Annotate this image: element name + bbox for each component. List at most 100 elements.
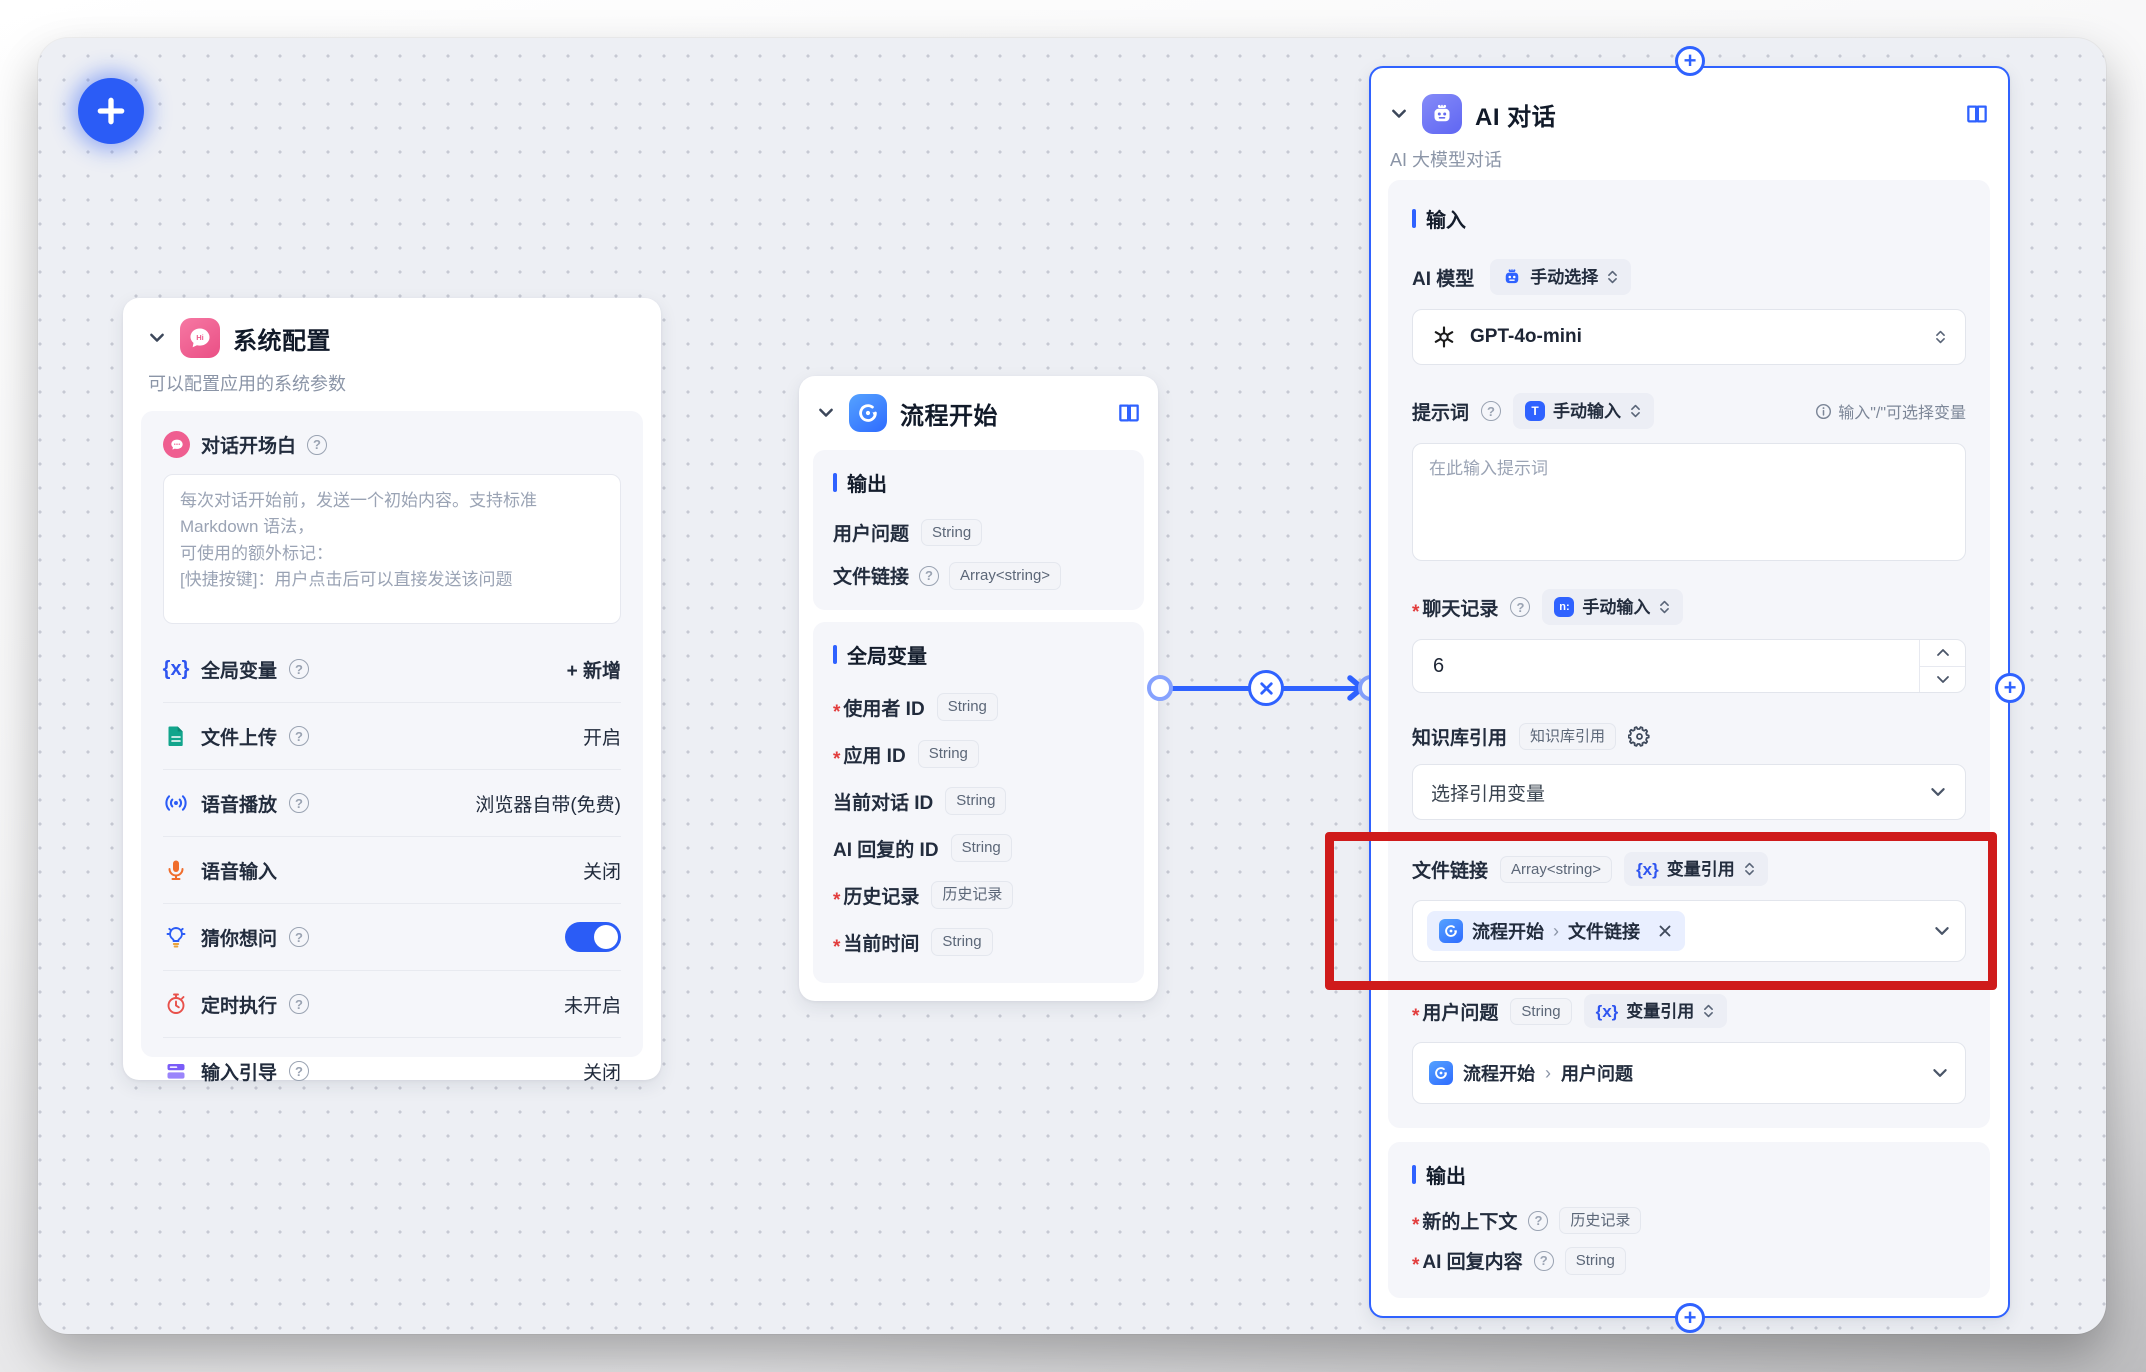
help-icon[interactable] <box>289 726 309 746</box>
setting-row-global-variables[interactable]: {x} 全局变量 + 新增 <box>163 636 621 702</box>
node-subtitle: 可以配置应用的系统参数 <box>148 370 346 396</box>
history-count-stepper[interactable] <box>1412 639 1966 693</box>
connect-handle-bottom[interactable]: + <box>1675 1303 1705 1333</box>
kb-reference-select[interactable]: 选择引用变量 <box>1412 764 1966 820</box>
history-label: 聊天记录 <box>1412 594 1498 621</box>
var-label: 应用 ID <box>833 741 906 768</box>
timer-icon <box>163 991 189 1017</box>
help-icon[interactable] <box>289 1061 309 1081</box>
remove-reference-icon[interactable] <box>1657 923 1673 939</box>
model-row: AI 模型 手动选择 <box>1412 259 1966 295</box>
connect-handle-top[interactable]: + <box>1675 46 1705 76</box>
prompt-label: 提示词 <box>1412 398 1469 425</box>
docs-book-icon[interactable] <box>1116 400 1142 426</box>
help-icon[interactable] <box>1510 597 1530 617</box>
source-port-flow-start[interactable] <box>1147 675 1173 701</box>
reference-field: 文件链接 <box>1568 918 1640 944</box>
help-icon[interactable] <box>1528 1211 1548 1231</box>
file-link-row: 文件链接 Array<string> {x} 变量引用 <box>1412 852 1966 886</box>
question-mode-selector[interactable]: {x} 变量引用 <box>1584 994 1728 1028</box>
prompt-mode-selector[interactable]: T 手动输入 <box>1513 393 1654 429</box>
prompt-box[interactable] <box>1412 443 1966 561</box>
add-node-button[interactable] <box>78 78 144 144</box>
opening-remarks-input[interactable] <box>180 488 604 610</box>
add-variable-button[interactable]: + 新增 <box>567 656 621 683</box>
input-guide-icon <box>163 1058 189 1084</box>
node-subtitle: AI 大模型对话 <box>1390 146 1502 172</box>
collapse-chevron-icon[interactable] <box>147 328 167 348</box>
type-tag: String <box>1510 998 1571 1025</box>
setting-row-guess-questions[interactable]: 猜你想问 <box>163 904 621 970</box>
question-reference-select[interactable]: 流程开始 › 用户问题 <box>1412 1042 1966 1104</box>
history-count-input[interactable] <box>1413 655 1919 678</box>
help-icon[interactable] <box>289 927 309 947</box>
setting-row-input-guide[interactable]: 输入引导 关闭 <box>163 1038 621 1104</box>
setting-label: 猜你想问 <box>201 924 277 951</box>
file-link-reference-pill[interactable]: 流程开始 › 文件链接 <box>1427 911 1685 951</box>
lightbulb-icon <box>163 924 189 950</box>
file-link-mode-selector[interactable]: {x} 变量引用 <box>1624 852 1768 886</box>
help-icon[interactable] <box>919 566 939 586</box>
info-icon <box>1815 403 1832 420</box>
flow-canvas[interactable]: Hi 系统配置 可以配置应用的系统参数 对话开场白 {x} 全局变量 <box>38 38 2106 1334</box>
help-icon[interactable] <box>307 435 327 455</box>
global-var-row: AI 回复的 ID String <box>833 830 1124 866</box>
voice-playback-icon <box>163 790 189 816</box>
setting-value: 关闭 <box>583 857 621 884</box>
updown-icon <box>1702 1002 1715 1020</box>
setting-row-voice-input[interactable]: 语音输入 关闭 <box>163 837 621 903</box>
file-icon <box>163 723 189 749</box>
collapse-chevron-icon[interactable] <box>1389 104 1409 124</box>
guess-questions-toggle[interactable] <box>565 922 621 952</box>
kb-row: 知识库引用 知识库引用 <box>1412 723 1966 750</box>
type-tag: String <box>931 928 992 955</box>
reference-node: 流程开始 <box>1463 1060 1535 1086</box>
question-label: 用户问题 <box>1412 998 1498 1025</box>
help-icon[interactable] <box>1534 1251 1554 1271</box>
help-icon[interactable] <box>1481 401 1501 421</box>
section-output: 输出 <box>833 468 1124 497</box>
help-icon[interactable] <box>289 994 309 1014</box>
model-mode-selector[interactable]: 手动选择 <box>1490 259 1631 295</box>
opening-remarks-box[interactable] <box>163 474 621 624</box>
connect-handle-right[interactable]: + <box>1995 673 2025 703</box>
stepper-down-button[interactable] <box>1920 666 1965 693</box>
setting-value: 开启 <box>583 723 621 750</box>
model-label: AI 模型 <box>1412 264 1474 291</box>
help-icon[interactable] <box>289 793 309 813</box>
number-input-icon: n: <box>1554 597 1574 617</box>
file-link-reference-select[interactable]: 流程开始 › 文件链接 <box>1412 900 1966 962</box>
breadcrumb-separator: › <box>1545 1063 1551 1084</box>
prompt-input[interactable] <box>1429 456 1949 548</box>
model-select[interactable]: GPT-4o-mini <box>1412 309 1966 365</box>
chevron-down-icon <box>1931 1064 1949 1082</box>
type-tag: 历史记录 <box>1559 1207 1641 1234</box>
setting-row-voice-playback[interactable]: 语音播放 浏览器自带(免费) <box>163 770 621 836</box>
setting-row-scheduled-run[interactable]: 定时执行 未开启 <box>163 971 621 1037</box>
gear-icon[interactable] <box>1628 725 1651 748</box>
node-system-config[interactable]: Hi 系统配置 可以配置应用的系统参数 对话开场白 {x} 全局变量 <box>123 298 661 1080</box>
setting-label: 输入引导 <box>201 1058 277 1085</box>
global-var-row: 历史记录 历史记录 <box>833 877 1124 913</box>
updown-icon <box>1658 598 1671 616</box>
file-link-label: 文件链接 <box>1412 856 1488 883</box>
prompt-row: 提示词 T 手动输入 输入"/"可选择变量 <box>1412 393 1966 429</box>
history-row: 聊天记录 n: 手动输入 <box>1412 589 1966 625</box>
type-tag: Array<string> <box>949 562 1061 589</box>
model-mode-label: 手动选择 <box>1530 269 1598 286</box>
type-tag: String <box>1565 1247 1626 1274</box>
updown-icon <box>1934 328 1947 346</box>
disconnect-edge-button[interactable] <box>1248 670 1284 706</box>
node-flow-start[interactable]: 流程开始 输出 用户问题 String 文件链接 Array<string> 全… <box>799 376 1158 1001</box>
stepper-up-button[interactable] <box>1920 640 1965 666</box>
history-mode-selector[interactable]: n: 手动输入 <box>1542 589 1683 625</box>
setting-value: 关闭 <box>583 1058 621 1085</box>
svg-text:Hi: Hi <box>196 333 204 342</box>
setting-value: 浏览器自带(免费) <box>475 790 621 817</box>
help-icon[interactable] <box>289 659 309 679</box>
setting-row-file-upload[interactable]: 文件上传 开启 <box>163 703 621 769</box>
collapse-chevron-icon[interactable] <box>816 403 836 423</box>
docs-book-icon[interactable] <box>1964 101 1990 127</box>
global-var-row: 应用 ID String <box>833 736 1124 772</box>
node-ai-chat[interactable]: AI 对话 AI 大模型对话 输入 AI 模型 手动选择 GPT-4o-mini <box>1369 66 2010 1318</box>
